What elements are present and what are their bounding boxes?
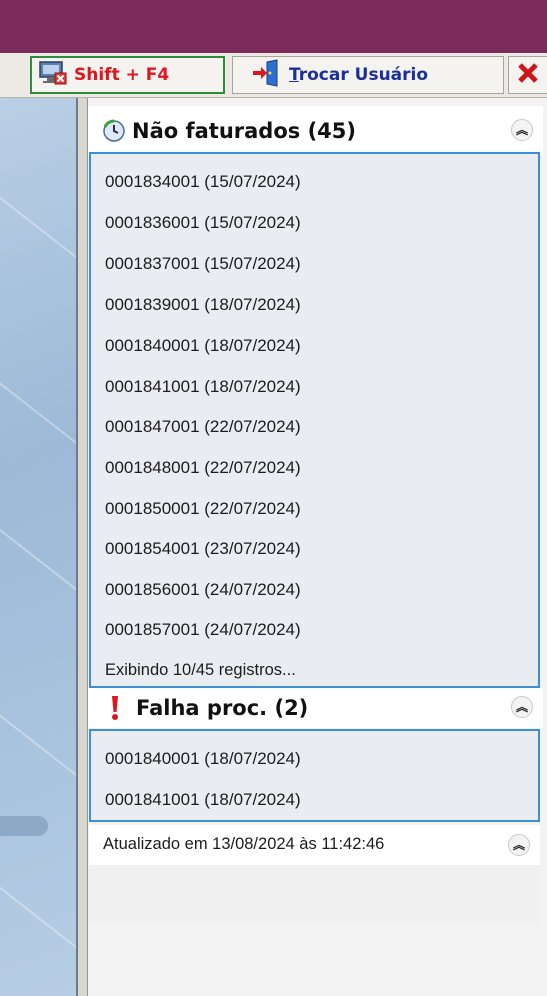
- falha-proc-title: Falha proc. (2): [136, 696, 309, 720]
- door-exit-icon: [251, 58, 281, 92]
- close-icon: [517, 62, 539, 89]
- title-bar: [0, 0, 547, 53]
- shift-f4-button[interactable]: Shift + F4: [30, 56, 225, 94]
- status-header: Atualizado em 13/08/2024 às 11:42:46 ︽: [89, 825, 540, 865]
- list-item[interactable]: 0001848001 (22/07/2024): [105, 458, 301, 478]
- toolbar: Shift + F4 Trocar Usuário: [0, 53, 547, 98]
- chevron-double-up-icon[interactable]: ︽: [511, 696, 533, 718]
- pane-resize-handle[interactable]: [0, 816, 48, 836]
- falha-proc-header[interactable]: Falha proc. (2) ︽: [88, 688, 543, 728]
- list-item[interactable]: 0001856001 (24/07/2024): [105, 580, 301, 600]
- falha-proc-list: 0001840001 (18/07/2024) 0001841001 (18/0…: [89, 729, 540, 822]
- list-item[interactable]: 0001834001 (15/07/2024): [105, 172, 301, 192]
- last-updated-text: Atualizado em 13/08/2024 às 11:42:46: [103, 835, 385, 853]
- trocar-usuario-button[interactable]: Trocar Usuário: [232, 56, 504, 94]
- close-button[interactable]: [508, 56, 547, 94]
- list-item[interactable]: 0001837001 (15/07/2024): [105, 254, 301, 274]
- nao-faturados-title: Não faturados (45): [132, 119, 356, 143]
- status-panel: Atualizado em 13/08/2024 às 11:42:46 ︽: [89, 825, 540, 925]
- shift-f4-label: Shift + F4: [74, 65, 170, 85]
- list-item[interactable]: 0001840001 (18/07/2024): [105, 749, 301, 769]
- monitor-close-icon: [38, 60, 68, 91]
- trocar-usuario-label: Trocar Usuário: [289, 65, 429, 85]
- list-item[interactable]: 0001840001 (18/07/2024): [105, 336, 301, 356]
- list-item[interactable]: 0001839001 (18/07/2024): [105, 295, 301, 315]
- list-item[interactable]: 0001850001 (22/07/2024): [105, 499, 301, 519]
- nao-faturados-header[interactable]: Não faturados (45) ︽: [88, 106, 543, 156]
- chevron-double-up-icon[interactable]: ︽: [508, 834, 530, 856]
- splitter[interactable]: [76, 98, 88, 996]
- clock-icon: [102, 119, 126, 143]
- left-background-pane: [0, 98, 76, 996]
- list-item[interactable]: 0001836001 (15/07/2024): [105, 213, 301, 233]
- list-item[interactable]: 0001854001 (23/07/2024): [105, 539, 301, 559]
- records-footer: Exibindo 10/45 registros...: [105, 661, 296, 679]
- list-item[interactable]: 0001841001 (18/07/2024): [105, 790, 301, 810]
- list-item[interactable]: 0001847001 (22/07/2024): [105, 417, 301, 437]
- exclamation-icon: [110, 695, 120, 721]
- list-item[interactable]: 0001841001 (18/07/2024): [105, 377, 301, 397]
- nao-faturados-list: 0001834001 (15/07/2024) 0001836001 (15/0…: [89, 152, 540, 688]
- chevron-double-up-icon[interactable]: ︽: [511, 119, 533, 141]
- list-item[interactable]: 0001857001 (24/07/2024): [105, 620, 301, 640]
